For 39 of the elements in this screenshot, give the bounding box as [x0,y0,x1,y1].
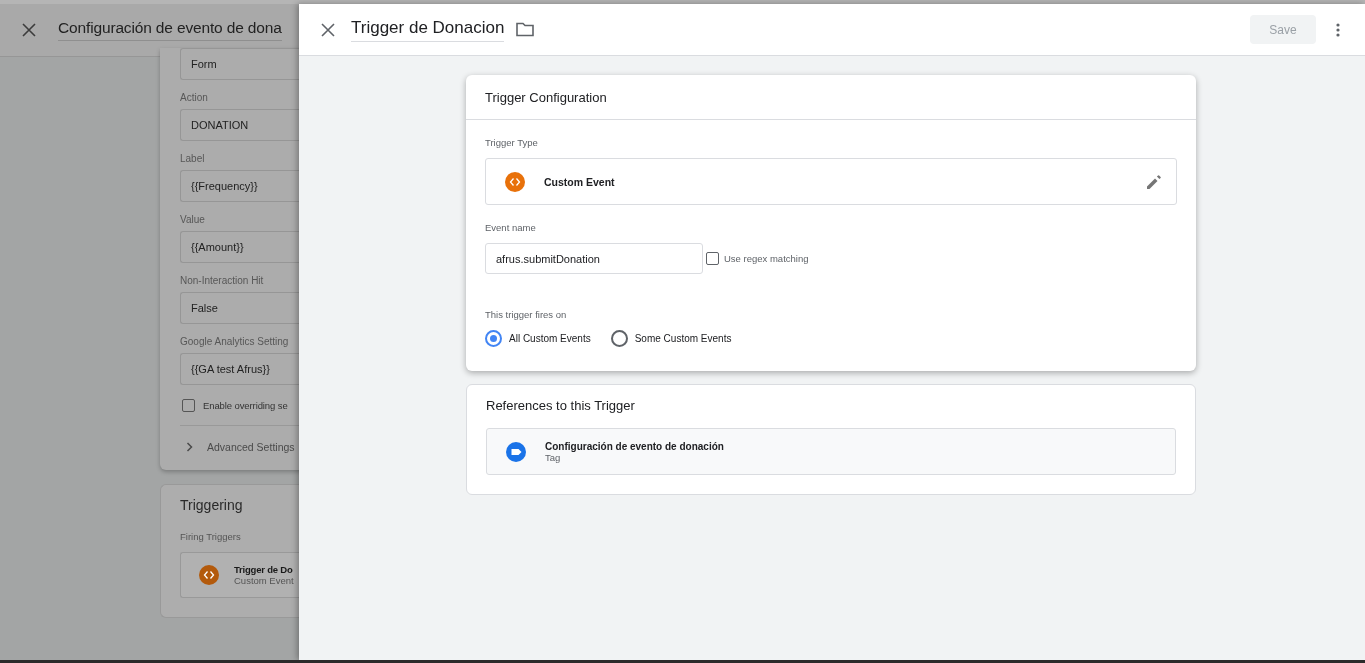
reference-name: Configuración de evento de donación [545,440,724,452]
more-options-icon[interactable] [1336,22,1340,37]
checkbox[interactable] [706,252,719,265]
tag-icon [506,441,526,462]
field-label: Value [180,213,206,225]
trigger-title[interactable]: Trigger de Donacion [351,17,505,42]
card-title: Trigger Configuration [466,75,1196,120]
edit-icon[interactable] [1146,173,1162,190]
card-title: References to this Trigger [486,397,636,415]
checkbox[interactable] [182,399,195,412]
field-label: Action [180,91,209,103]
radio-button[interactable] [485,330,502,347]
trigger-type: Custom Event [234,575,294,586]
reference-type: Tag [545,451,561,463]
field-label: Trigger Type [485,136,539,150]
trigger-item[interactable]: Trigger de Do Custom Event [180,552,299,598]
close-icon[interactable] [321,22,335,37]
field-label: Google Analytics Setting [180,335,290,347]
trigger-type-name: Custom Event [544,175,616,188]
close-icon[interactable] [22,23,36,37]
radio-label: Some Custom Events [634,333,732,344]
code-icon [199,565,219,585]
code-icon [505,171,525,192]
section-title: Triggering [180,497,244,513]
trigger-name: Trigger de Do [234,564,294,575]
field-label: Event name [485,221,537,235]
field-label: Label [180,152,206,164]
checkbox-label: Enable overriding se [203,400,288,411]
checkbox-label: Use regex matching [724,253,809,264]
radio-button[interactable] [610,330,628,347]
field-label: This trigger fires on [485,308,568,322]
field-label: Non-Interaction Hit [180,274,265,286]
input-field[interactable]: afrus.submitDonation [485,243,703,274]
radio-label: All Custom Events [509,333,591,344]
advanced-settings-toggle[interactable]: Advanced Settings [207,441,295,453]
section-subtitle: Firing Triggers [180,531,242,542]
reference-item[interactable]: Configuración de evento de donación Tag [486,428,1176,475]
trigger-type-selector[interactable]: Custom Event [485,158,1177,205]
folder-icon[interactable] [516,22,535,37]
